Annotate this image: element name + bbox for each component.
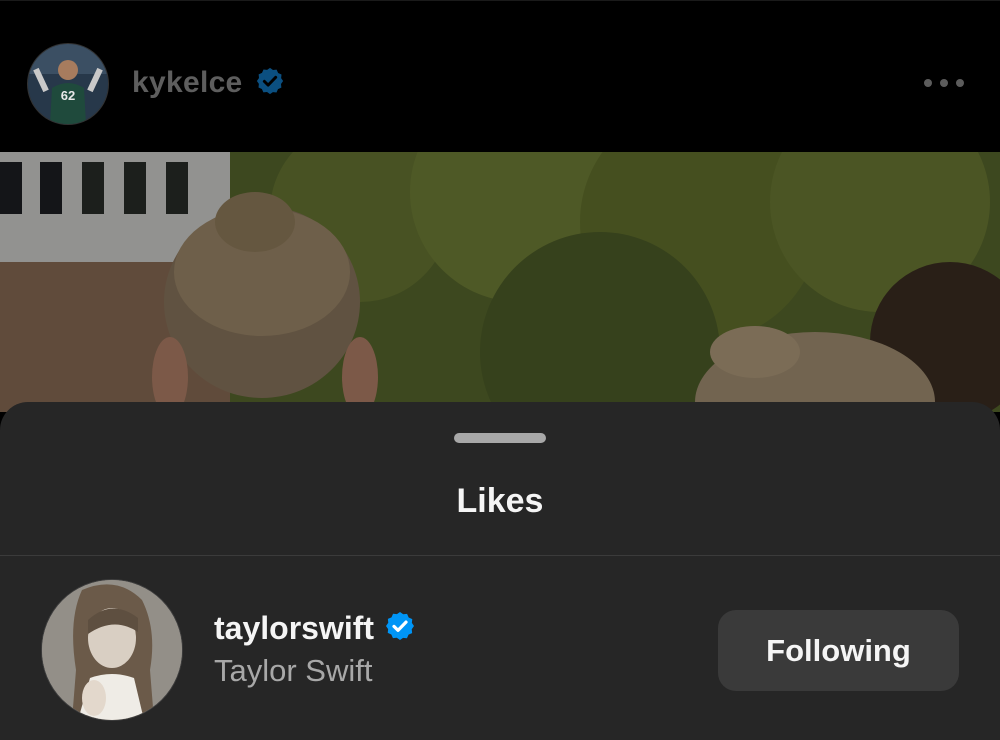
list-item[interactable]: taylorswift Taylor Swift Following xyxy=(0,556,1000,740)
sheet-title: Likes xyxy=(456,482,544,520)
post-header: 62 kykelce xyxy=(0,0,1000,152)
avatar-image: 62 xyxy=(28,44,108,124)
post-author[interactable]: kykelce xyxy=(132,63,285,103)
user-avatar[interactable] xyxy=(42,580,182,720)
verified-badge-icon xyxy=(384,610,416,647)
post-author-avatar[interactable]: 62 xyxy=(28,44,108,124)
sheet-grabber-handle[interactable] xyxy=(454,433,546,443)
verified-badge-icon xyxy=(255,66,285,101)
avatar-image xyxy=(42,580,182,720)
more-horizontal-icon[interactable] xyxy=(924,71,964,95)
likes-sheet: Likes taylorswift Taylor Swift Following xyxy=(0,402,1000,740)
post-photo[interactable] xyxy=(0,152,1000,412)
user-handle-row[interactable]: taylorswift xyxy=(214,610,416,647)
following-button[interactable]: Following xyxy=(718,610,959,691)
post-author-username[interactable]: kykelce xyxy=(132,66,243,100)
svg-text:62: 62 xyxy=(61,88,75,103)
photo-dim-overlay xyxy=(0,152,1000,412)
user-full-name: Taylor Swift xyxy=(214,653,373,688)
user-handle[interactable]: taylorswift xyxy=(214,610,374,647)
